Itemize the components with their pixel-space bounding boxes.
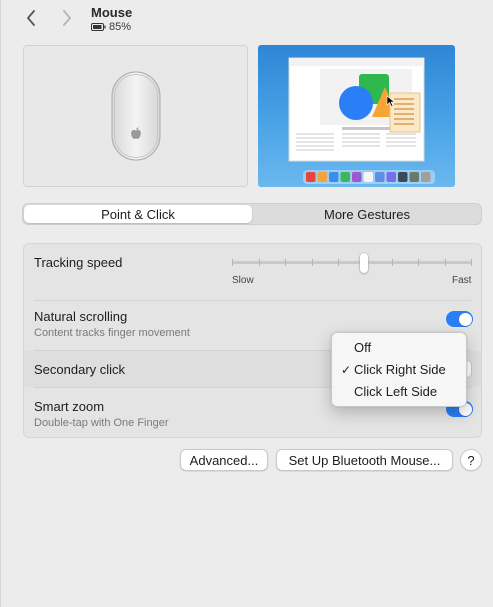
natural-scrolling-label: Natural scrolling [34,309,128,324]
dock-app-icon [398,172,408,182]
help-button[interactable]: ? [460,449,482,471]
dock-app-icon [329,172,339,182]
dock-app-icon [421,172,431,182]
toggle-knob [458,312,472,326]
chevron-left-icon [27,10,35,26]
slider-tick [285,259,287,266]
chevron-right-icon [63,10,71,26]
dock-app-icon [317,172,327,182]
tracking-speed-slider[interactable] [232,253,472,273]
dock-app-icon [386,172,396,182]
tracking-speed-row: Tracking speed Slow Fast [24,244,481,300]
secondary-click-menu: Off ✓ Click Right Side Click Left Side [331,332,467,407]
slider-tick [471,259,472,266]
header: Mouse 85% [1,0,493,38]
slider-tick [391,259,393,266]
dock-app-icon [306,172,316,182]
forward-button[interactable] [57,7,77,29]
setup-bluetooth-mouse-button[interactable]: Set Up Bluetooth Mouse... [276,449,453,471]
page-title: Mouse [91,5,133,20]
menu-item-off[interactable]: Off [332,337,466,359]
dock-app-icon [340,172,350,182]
back-button[interactable] [21,7,41,29]
natural-scrolling-toggle[interactable] [446,311,473,327]
tab-bar: Point & Click More Gestures [22,203,482,225]
natural-scrolling-subtitle: Content tracks finger movement [34,327,190,339]
gesture-preview [258,45,455,187]
advanced-button[interactable]: Advanced... [180,449,268,471]
dock-app-icon [409,172,419,182]
dock-app-icon [363,172,373,182]
battery-icon [91,23,106,31]
title-block: Mouse 85% [91,5,132,33]
mouse-image-panel [23,45,248,187]
slider-tick [418,259,420,266]
settings-window: Mouse 85% Point & Click More Gestures Tr… [0,0,493,607]
smart-zoom-subtitle: Double-tap with One Finger [34,417,169,429]
dock-app-icon [352,172,362,182]
slider-tick [258,259,260,266]
slider-tick [232,259,233,266]
magic-mouse-image [111,71,160,161]
menu-item-label: Off [354,340,372,355]
slider-fast-label: Fast [452,275,472,286]
dock-app-icon [375,172,385,182]
smart-zoom-label: Smart zoom [34,399,105,414]
slider-tick [338,259,340,266]
menu-item-click-right-side[interactable]: ✓ Click Right Side [332,359,466,381]
battery-status: 85% [91,21,132,33]
slider-thumb[interactable] [360,253,368,273]
tab-more-gestures[interactable]: More Gestures [253,204,481,224]
desktop-preview-image [288,57,435,184]
menu-item-click-left-side[interactable]: Click Left Side [332,381,466,403]
checkmark-icon: ✓ [341,363,352,377]
battery-percent: 85% [109,21,132,33]
slider-tick [444,259,446,266]
slider-slow-label: Slow [232,275,254,286]
tab-point-and-click[interactable]: Point & Click [24,205,252,223]
menu-item-label: Click Right Side [354,362,446,377]
menu-item-label: Click Left Side [354,384,438,399]
secondary-click-label: Secondary click [34,362,126,377]
tracking-speed-label: Tracking speed [34,255,123,270]
slider-tick [311,259,313,266]
